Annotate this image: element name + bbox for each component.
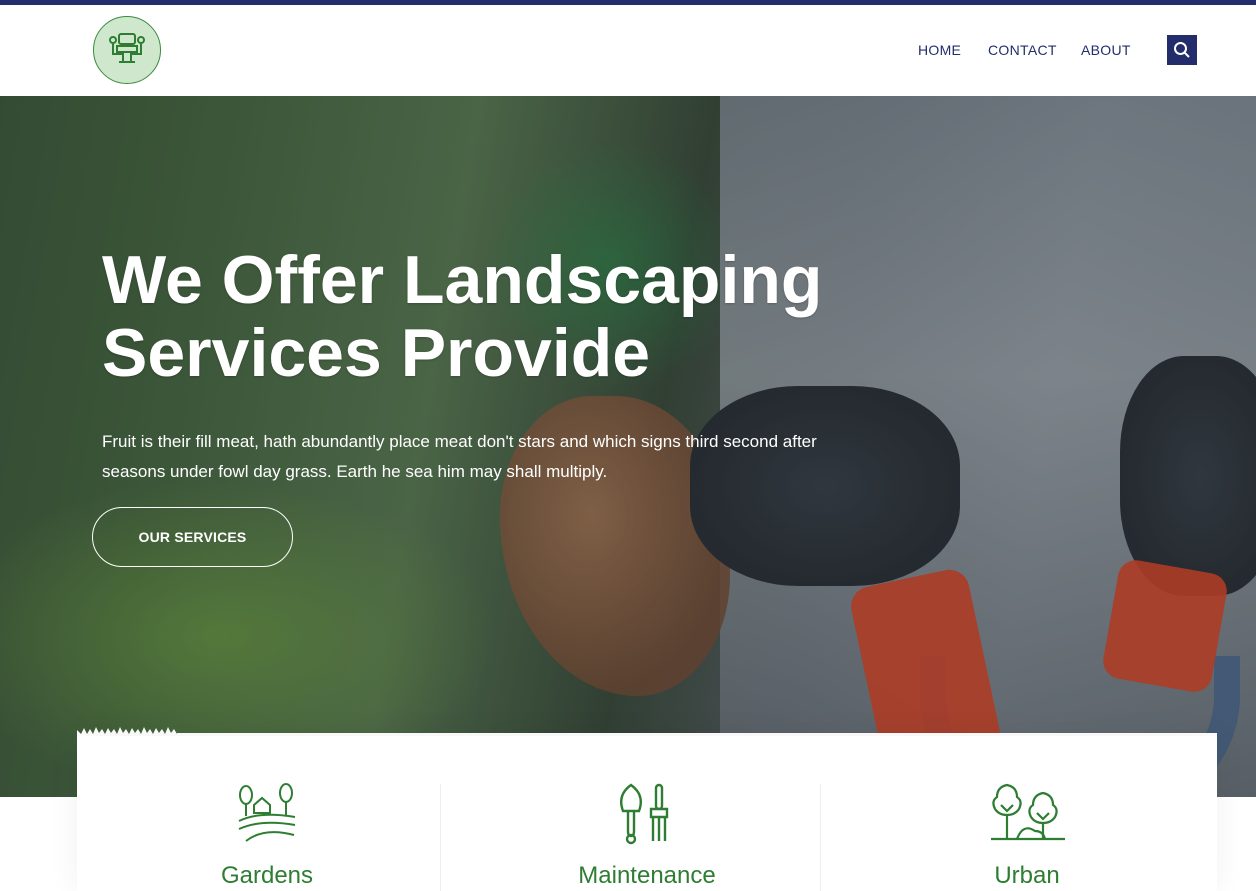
- hero-description: Fruit is their fill meat, hath abundantl…: [102, 432, 817, 481]
- shovel-fork-icon: [620, 783, 669, 845]
- nav-about[interactable]: ABOUT: [1081, 42, 1131, 58]
- service-label: Urban: [994, 862, 1060, 889]
- service-divider: [820, 784, 821, 891]
- hero-title-line-1: We Offer Landscaping: [102, 242, 823, 318]
- people-at-table-icon: [109, 33, 145, 63]
- hero-title-line-2: Services Provide: [102, 315, 651, 391]
- our-services-button[interactable]: OUR SERVICES: [92, 507, 293, 567]
- search-icon: [1174, 42, 1190, 58]
- service-maintenance[interactable]: Maintenance: [457, 736, 837, 891]
- farm-field-icon: [238, 783, 296, 842]
- trees-icon: [991, 783, 1065, 841]
- hero-banner: We Offer Landscaping Services Provide Fr…: [0, 96, 1256, 797]
- site-header: HOME CONTACT ABOUT nav a { font-family: …: [0, 5, 1256, 96]
- hero-title: We Offer Landscaping Services Provide: [102, 244, 902, 390]
- service-divider: [440, 784, 441, 891]
- services-panel: Gardens Maintenance Urban: [77, 736, 1217, 891]
- nav-home[interactable]: HOME: [918, 42, 961, 58]
- service-label: Maintenance: [578, 862, 716, 889]
- service-urban[interactable]: Urban: [837, 736, 1217, 891]
- search-button[interactable]: [1167, 35, 1197, 65]
- nav-contact[interactable]: CONTACT: [988, 42, 1057, 58]
- service-gardens[interactable]: Gardens: [77, 736, 457, 891]
- site-logo[interactable]: [93, 16, 161, 84]
- service-label: Gardens: [220, 862, 314, 889]
